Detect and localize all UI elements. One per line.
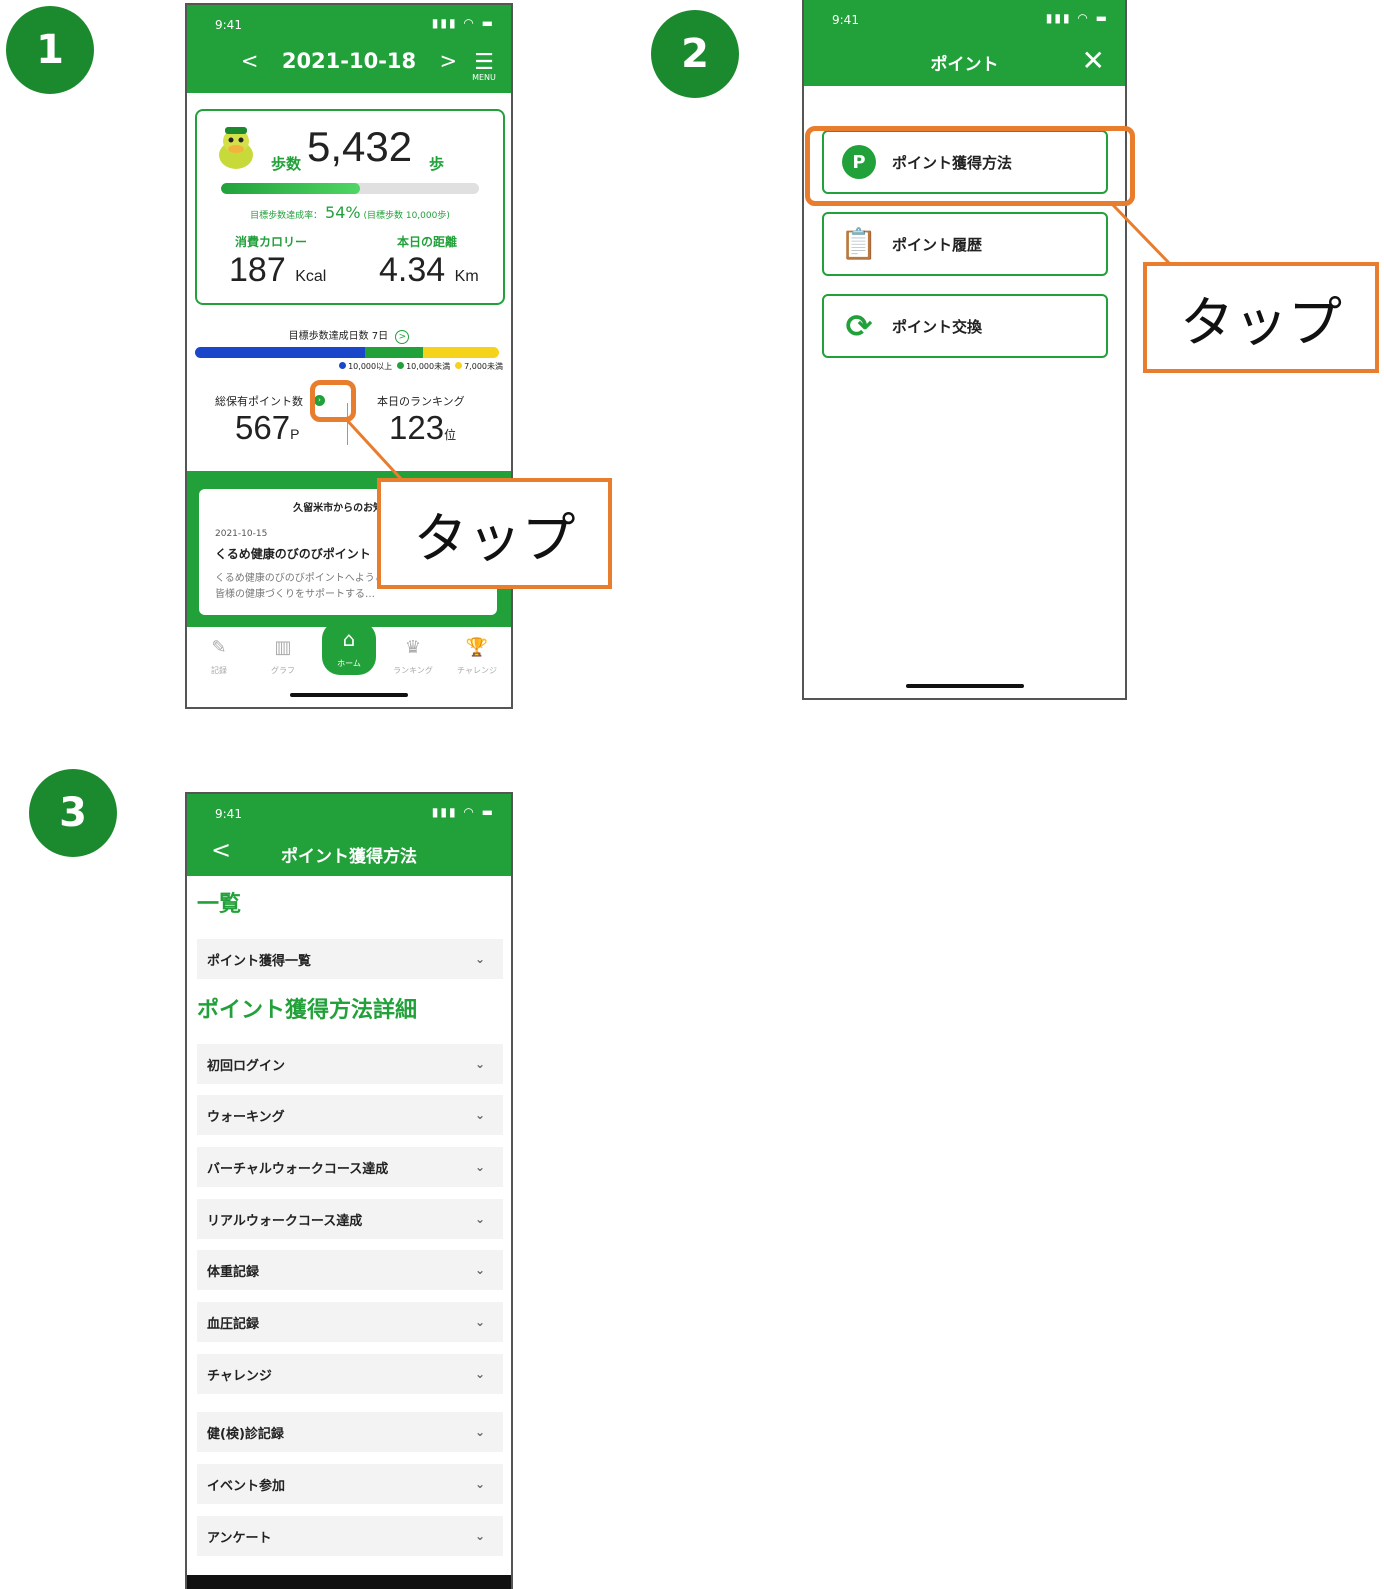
callout-line-1 <box>343 416 404 482</box>
tap-highlight-earning-method <box>805 126 1135 206</box>
tap-callout-2: タップ <box>1143 262 1379 373</box>
callout-line-2 <box>1110 202 1172 266</box>
callout-lines <box>343 202 1172 482</box>
tap-callout-1: タップ <box>377 478 612 589</box>
tap-highlight-points-arrow <box>310 380 356 422</box>
